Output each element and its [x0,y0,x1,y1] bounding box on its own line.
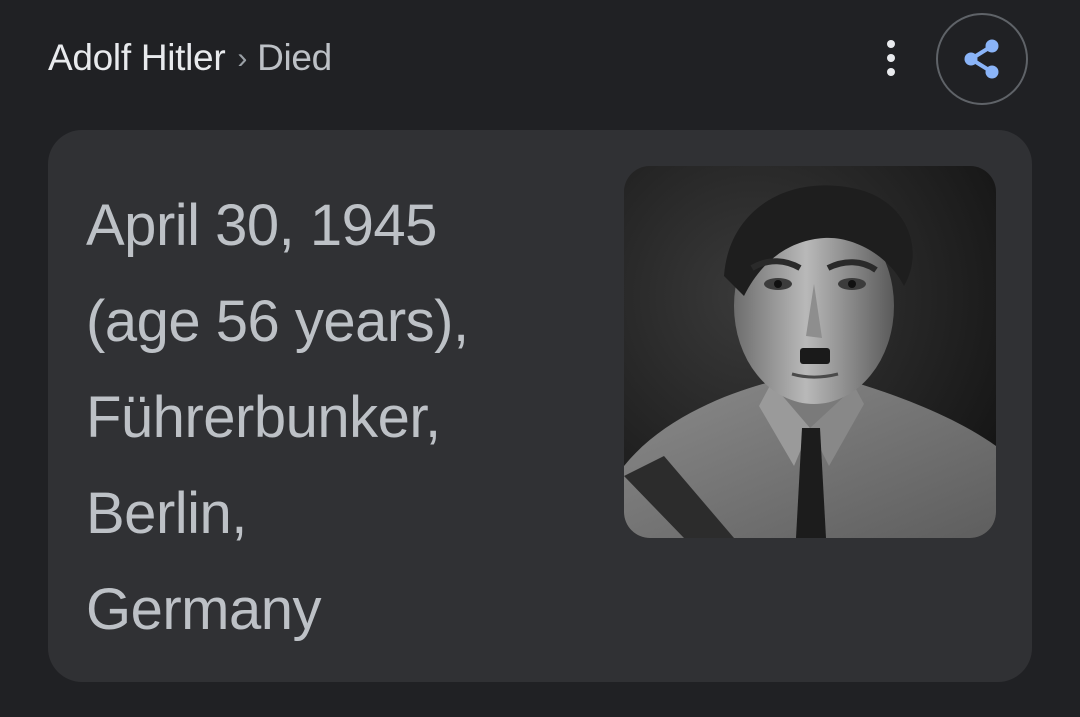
share-icon [964,39,999,79]
answer-line-place: Führerbunker, [86,385,441,450]
knowledge-panel-page: Adolf Hitler › Died April 30, 1945 (age … [0,0,1080,717]
more-vert-icon-dot-1 [887,40,895,48]
answer-line-date: April 30, 1945 [86,193,437,258]
answer-line-country: Germany [86,577,322,642]
more-options-button[interactable] [868,34,914,82]
answer-card: April 30, 1945 (age 56 years), Führerbun… [48,130,1032,682]
answer-line-city: Berlin, [86,481,247,546]
share-button[interactable] [936,13,1028,105]
portrait-image[interactable] [624,166,996,538]
breadcrumb: Adolf Hitler › Died [48,34,332,82]
breadcrumb-attribute: Died [257,37,332,78]
death-answer-text: April 30, 1945 (age 56 years), Führerbun… [86,178,586,658]
answer-line-age: (age 56 years), [86,289,469,354]
portrait-photo-illustration [624,166,996,538]
breadcrumb-chevron-icon: › [237,42,248,75]
more-vert-icon-dot-2 [887,54,895,62]
more-vert-icon-dot-3 [887,68,895,76]
breadcrumb-entity-link[interactable]: Adolf Hitler [48,37,226,79]
